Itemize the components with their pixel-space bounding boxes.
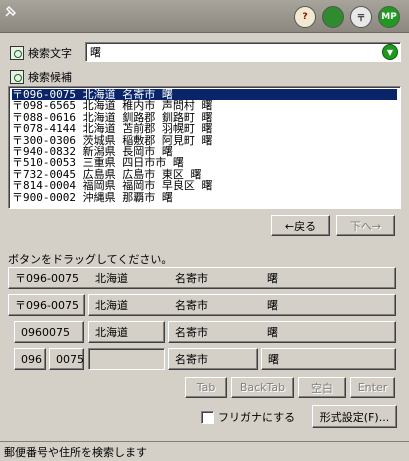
drag-town: 曙 — [267, 326, 278, 339]
drag-hint: ボタンをドラッグしてください。 — [8, 253, 173, 266]
furigana-label: フリガナにする — [218, 411, 296, 424]
drag-button-city[interactable]: 名寄市 — [168, 348, 258, 370]
format-settings-button[interactable]: 形式設定(F)... — [312, 405, 397, 428]
status-text: 郵便番号や住所を検索します — [4, 445, 147, 459]
furigana-checkbox[interactable] — [201, 410, 214, 424]
drag-button-town[interactable]: 曙 — [261, 348, 396, 370]
address-card-icon[interactable]: 〒 — [350, 6, 372, 28]
drag-button-postal-digits[interactable]: 0960075 — [14, 321, 84, 343]
space-key-button[interactable]: 空白 — [298, 377, 346, 398]
green-book-icon[interactable] — [322, 6, 344, 28]
drag-city: 名寄市 — [175, 272, 208, 285]
drag-city: 名寄市 — [175, 326, 208, 339]
search-icon — [10, 46, 24, 60]
drag-button-city-town[interactable]: 名寄市 曙 — [168, 321, 396, 343]
list-item[interactable]: 〒814-0004 福岡県 福岡市 早良区 曙 — [12, 180, 397, 192]
candidates-label: 検索候補 — [28, 71, 72, 84]
enter-key-button[interactable]: Enter — [350, 377, 395, 398]
drag-button-postal-prefix[interactable]: 096 — [14, 348, 46, 370]
tab-key-button[interactable]: Tab — [185, 377, 227, 398]
help-book-icon[interactable]: ? — [294, 6, 316, 28]
drag-town: 曙 — [267, 299, 278, 312]
search-value: 曙 — [90, 46, 101, 59]
drag-field-empty — [88, 348, 165, 370]
list-item[interactable]: 〒900-0002 沖縄県 那覇市 曙 — [12, 191, 397, 203]
pin-icon[interactable] — [4, 4, 18, 18]
search-label-row: 検索文字 — [10, 45, 72, 61]
mp-icon[interactable]: MP — [378, 6, 400, 28]
drag-button-full-address[interactable]: 〒096-0075 北海道 名寄市 曙 — [8, 267, 396, 289]
toolbar: ? 〒 MP — [0, 0, 409, 33]
drag-postal-code: 〒096-0075 — [15, 272, 79, 285]
chevron-down-icon[interactable]: ▼ — [382, 44, 398, 60]
candidate-list[interactable]: 〒096-0075 北海道 名寄市 曙 〒098-6565 北海道 稚内市 声問… — [8, 86, 401, 209]
list-item[interactable]: 〒078-4144 北海道 苫前郡 羽幌町 曙 — [12, 123, 397, 135]
drag-button-prefecture[interactable]: 北海道 — [88, 321, 165, 343]
candidate-list-icon — [10, 70, 24, 84]
back-button[interactable]: ←戻る — [271, 215, 330, 236]
drag-prefecture: 北海道 — [95, 299, 128, 312]
drag-button-postal-suffix[interactable]: 0075 — [49, 348, 84, 370]
search-label: 検索文字 — [28, 47, 72, 60]
backtab-key-button[interactable]: BackTab — [231, 377, 294, 398]
search-input[interactable]: 曙 ▼ — [85, 42, 401, 62]
furigana-option[interactable]: フリガナにする — [201, 409, 295, 425]
candidates-label-row: 検索候補 — [10, 69, 72, 85]
drag-prefecture: 北海道 — [95, 272, 128, 285]
status-bar: 郵便番号や住所を検索します — [0, 441, 409, 461]
drag-button-postal[interactable]: 〒096-0075 — [8, 294, 85, 316]
drag-button-address[interactable]: 北海道 名寄市 曙 — [88, 294, 396, 316]
drag-city: 名寄市 — [175, 299, 208, 312]
next-button[interactable]: 下へ→ — [336, 215, 395, 236]
drag-town: 曙 — [267, 272, 278, 285]
